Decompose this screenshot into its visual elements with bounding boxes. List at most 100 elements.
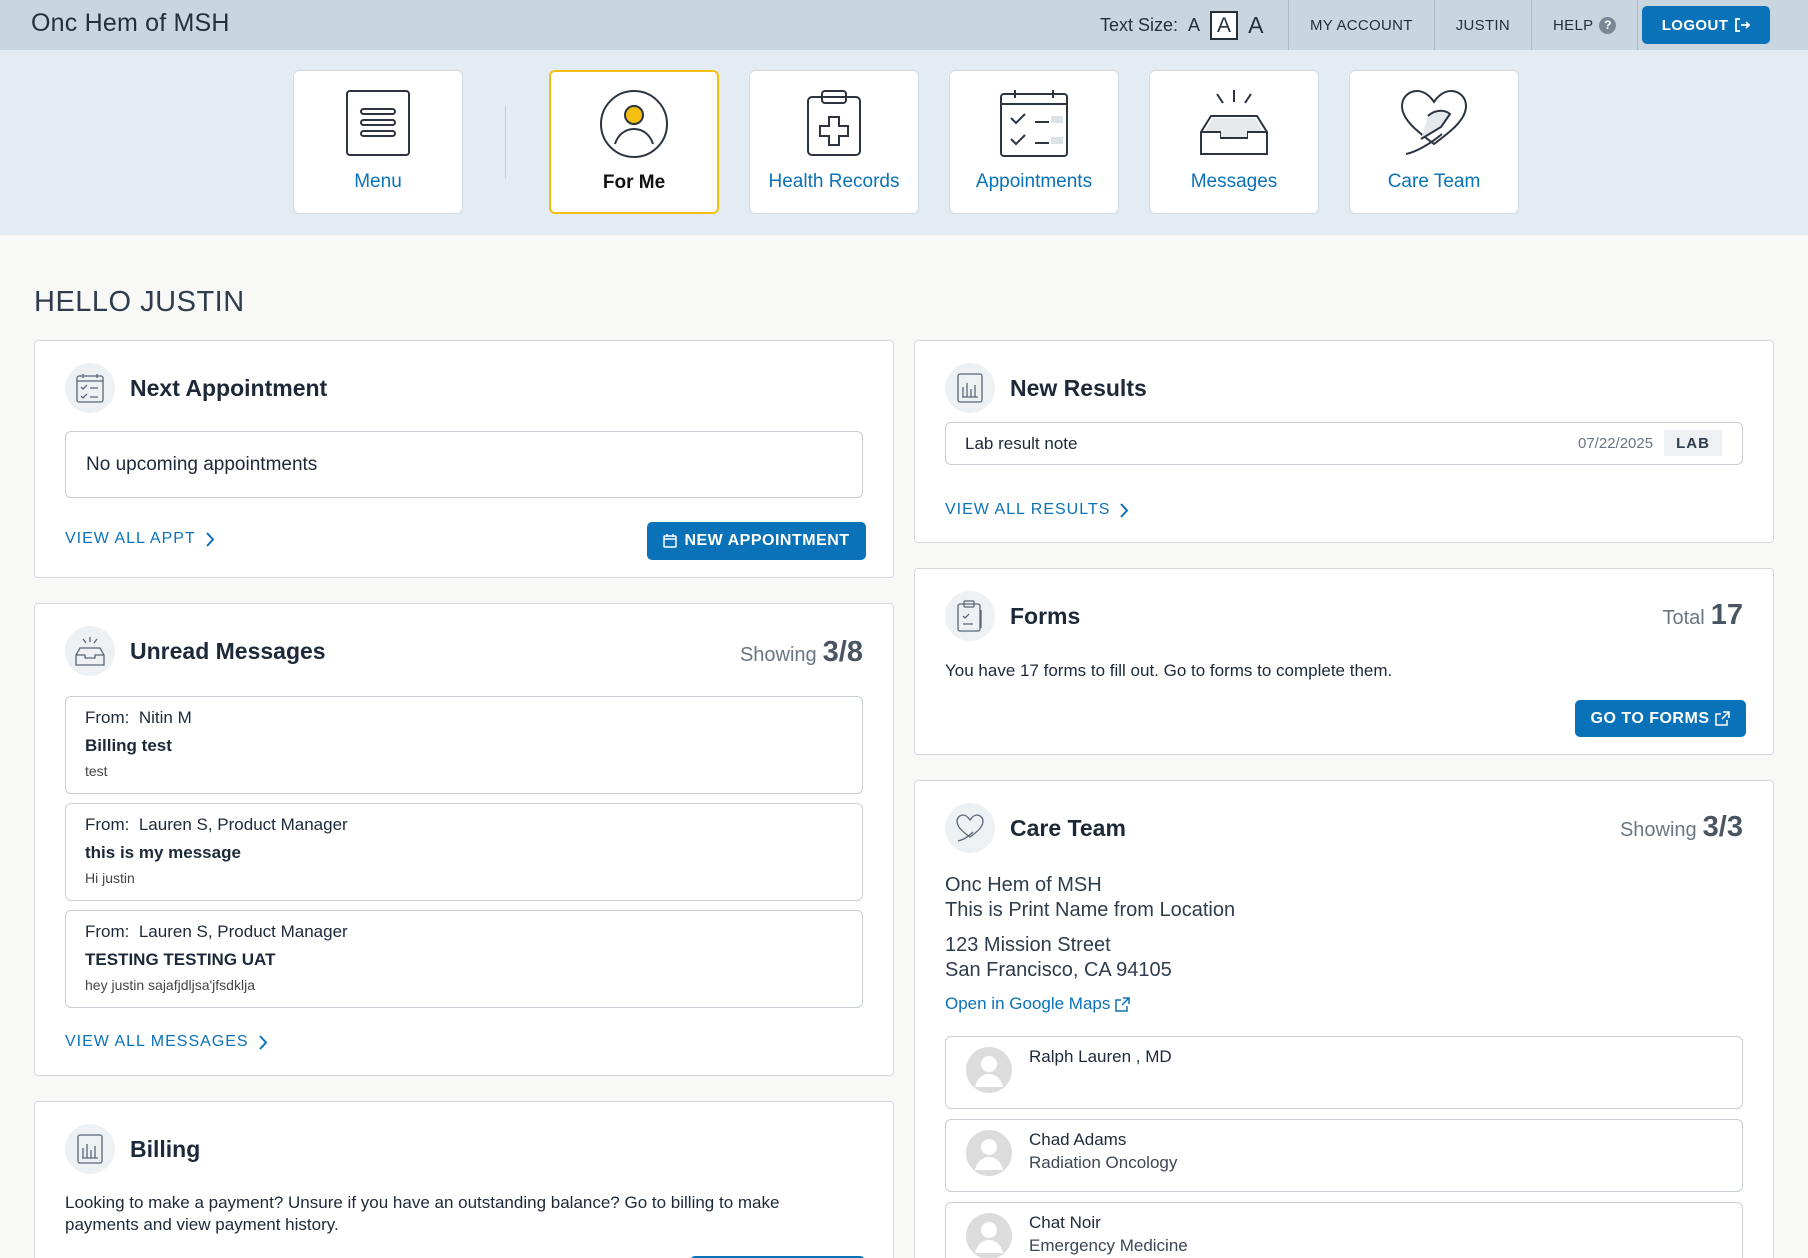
avatar xyxy=(966,1213,1012,1258)
nav-health-records-label: Health Records xyxy=(768,171,900,192)
care-team-member[interactable]: Ralph Lauren , MD xyxy=(945,1036,1743,1109)
external-link-icon xyxy=(1715,711,1731,726)
default-avatar-icon xyxy=(975,1139,1003,1170)
billing-card-icon-wrap xyxy=(65,1124,115,1174)
next-appointment-title: Next Appointment xyxy=(130,374,328,401)
nav-care-team-label: Care Team xyxy=(1387,171,1481,192)
my-account-link[interactable]: MY ACCOUNT xyxy=(1288,0,1434,50)
message-item[interactable]: From: Lauren S, Product Manager this is … xyxy=(65,803,863,901)
care-team-member[interactable]: Chat Noir Emergency Medicine xyxy=(945,1202,1743,1258)
care-team-title: Care Team xyxy=(1010,814,1126,841)
forms-card: Forms Total 17 You have 17 forms to fill … xyxy=(914,568,1774,755)
menu-icon xyxy=(346,90,410,156)
text-size-medium-button[interactable]: A xyxy=(1210,11,1239,40)
result-date: 07/22/2025 xyxy=(1578,435,1654,452)
user-link[interactable]: JUSTIN xyxy=(1433,0,1531,50)
member-specialty: Radiation Oncology xyxy=(1029,1153,1178,1172)
care-team-showing-count: Showing 3/3 xyxy=(1620,811,1743,844)
message-subject: this is my message xyxy=(85,843,241,862)
billing-title: Billing xyxy=(130,1135,201,1162)
nav-menu-label: Menu xyxy=(354,171,402,192)
external-link-icon xyxy=(1115,996,1131,1012)
nav-for-me-label: For Me xyxy=(602,172,666,193)
person-icon xyxy=(600,90,668,158)
nav-menu[interactable]: Menu xyxy=(293,70,463,214)
clipboard-plus-icon xyxy=(807,90,861,156)
view-all-appointments-link[interactable]: VIEW ALL APPT xyxy=(65,530,215,548)
member-specialty: Emergency Medicine xyxy=(1029,1236,1188,1255)
heart-hand-icon xyxy=(956,814,984,842)
go-to-forms-label: GO TO FORMS xyxy=(1590,709,1710,727)
forms-total-label: Total xyxy=(1662,607,1705,629)
result-item[interactable]: Lab result note 07/22/2025 LAB xyxy=(945,422,1743,465)
default-avatar-icon xyxy=(975,1222,1003,1253)
messages-showing-label: Showing xyxy=(739,644,817,666)
inbox-icon xyxy=(1200,90,1268,155)
logout-label: LOGOUT xyxy=(1661,16,1729,34)
member-name: Chat Noir xyxy=(1029,1213,1101,1232)
message-preview: hey justin sajafjdljsa'jfsdklja xyxy=(85,977,255,993)
chevron-right-icon xyxy=(205,531,215,547)
inbox-icon xyxy=(75,637,105,666)
view-all-appointments-label: VIEW ALL APPT xyxy=(65,530,196,547)
logout-icon xyxy=(1735,18,1751,32)
text-size-small-button[interactable]: A xyxy=(1188,15,1200,36)
nav-care-team[interactable]: Care Team xyxy=(1349,70,1519,214)
no-appointments-text: No upcoming appointments xyxy=(86,454,318,475)
clipboard-form-icon xyxy=(957,600,982,632)
unread-messages-title: Unread Messages xyxy=(130,637,326,664)
chart-document-icon xyxy=(957,373,983,403)
message-subject: TESTING TESTING UAT xyxy=(85,950,276,969)
view-all-messages-link[interactable]: VIEW ALL MESSAGES xyxy=(65,1033,268,1051)
message-from: From: Lauren S, Product Manager xyxy=(85,922,348,941)
view-all-messages-label: VIEW ALL MESSAGES xyxy=(65,1033,249,1050)
new-appointment-button[interactable]: NEW APPOINTMENT xyxy=(647,522,866,560)
main-nav: Menu For Me Health Records Appointments … xyxy=(0,50,1808,235)
chevron-right-icon xyxy=(1120,502,1129,518)
care-team-member[interactable]: Chad Adams Radiation Oncology xyxy=(945,1119,1743,1192)
forms-total: Total 17 xyxy=(1662,599,1743,632)
nav-appointments[interactable]: Appointments xyxy=(949,70,1119,214)
member-name: Chad Adams xyxy=(1029,1130,1127,1149)
message-item[interactable]: From: Lauren S, Product Manager TESTING … xyxy=(65,910,863,1008)
nav-messages[interactable]: Messages xyxy=(1149,70,1319,214)
care-team-showing-value: 3/3 xyxy=(1702,811,1743,843)
text-size-label: Text Size: xyxy=(1100,15,1179,35)
messages-showing-value: 3/8 xyxy=(822,636,863,668)
nav-messages-label: Messages xyxy=(1190,171,1278,192)
chevron-right-icon xyxy=(258,1034,267,1050)
view-all-results-link[interactable]: VIEW ALL RESULTS xyxy=(945,501,1129,519)
go-to-forms-button[interactable]: GO TO FORMS xyxy=(1575,700,1746,737)
nav-health-records[interactable]: Health Records xyxy=(749,70,919,214)
logout-button[interactable]: LOGOUT xyxy=(1642,6,1770,44)
nav-for-me[interactable]: For Me xyxy=(549,70,719,214)
calendar-checklist-icon xyxy=(76,374,104,403)
care-team-card-icon-wrap xyxy=(945,803,995,853)
help-label: HELP xyxy=(1553,16,1594,34)
member-name: Ralph Lauren , MD xyxy=(1029,1047,1172,1066)
nav-divider xyxy=(505,106,506,178)
messages-showing-count: Showing 3/8 xyxy=(740,636,863,669)
forms-total-value: 17 xyxy=(1710,599,1743,631)
help-link[interactable]: HELP ? xyxy=(1531,0,1639,50)
message-item[interactable]: From: Nitin M Billing test test xyxy=(65,696,863,794)
text-size-large-button[interactable]: A xyxy=(1248,12,1263,39)
address-line-2: San Francisco, CA 94105 xyxy=(945,959,1172,981)
forms-card-icon-wrap xyxy=(945,591,995,641)
forms-text: You have 17 forms to fill out. Go to for… xyxy=(945,661,1393,680)
calendar-icon xyxy=(663,534,678,548)
unread-messages-card: Unread Messages Showing 3/8 From: Nitin M… xyxy=(34,603,894,1076)
result-name: Lab result note xyxy=(965,434,1078,453)
billing-card: Billing Looking to make a payment? Unsur… xyxy=(34,1101,894,1258)
billing-text: Looking to make a payment? Unsure if you… xyxy=(65,1193,780,1234)
care-team-showing-label: Showing xyxy=(1619,819,1697,841)
result-type-badge: LAB xyxy=(1664,430,1722,456)
message-preview: test xyxy=(85,763,108,779)
location-print-name: This is Print Name from Location xyxy=(945,899,1236,921)
new-appointment-label: NEW APPOINTMENT xyxy=(684,532,850,549)
calendar-checklist-icon xyxy=(1000,90,1068,157)
google-maps-link[interactable]: Open in Google Maps xyxy=(945,994,1131,1014)
google-maps-label: Open in Google Maps xyxy=(945,994,1111,1013)
message-from: From: Lauren S, Product Manager xyxy=(85,815,348,834)
appointment-card-icon-wrap xyxy=(65,363,115,413)
